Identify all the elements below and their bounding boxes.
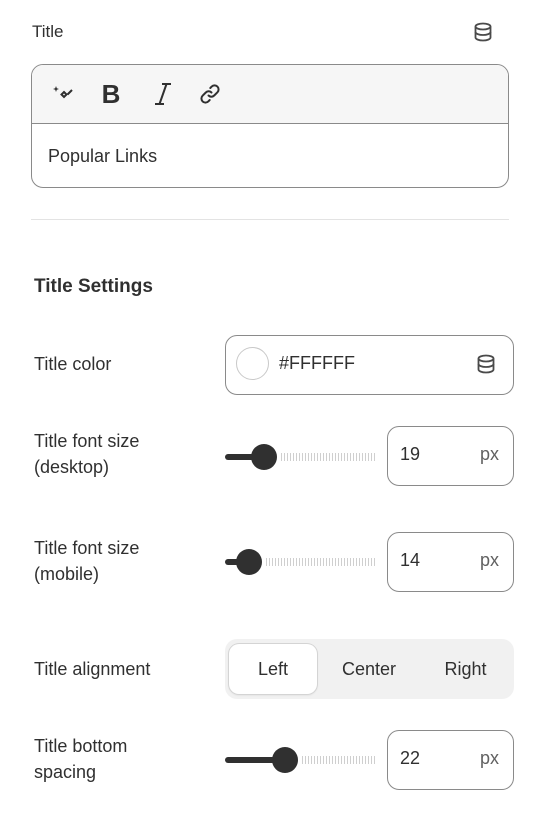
slider-track-rest — [281, 453, 375, 461]
sparkle-icon[interactable] — [48, 79, 78, 109]
font-size-mobile-slider[interactable] — [225, 549, 375, 575]
bottom-spacing-label-line1: Title bottom — [34, 736, 128, 756]
slider-track-rest — [302, 756, 375, 764]
title-rich-text-editor[interactable]: B Popular Links — [31, 64, 509, 188]
slider-thumb[interactable] — [251, 444, 277, 470]
bold-button[interactable]: B — [98, 79, 124, 109]
px-unit: px — [479, 444, 499, 464]
bottom-spacing-slider[interactable] — [225, 747, 375, 773]
title-alignment-segmented-control: Left Center Right — [225, 639, 514, 699]
bottom-spacing-value[interactable]: 22 — [400, 748, 420, 769]
title-color-label: Title color — [34, 354, 112, 374]
slider-thumb[interactable] — [272, 747, 298, 773]
px-unit: px — [479, 550, 499, 570]
align-left-button[interactable]: Left — [229, 644, 317, 694]
bottom-spacing-input[interactable]: 22 px — [387, 730, 514, 790]
font-size-desktop-label-line2: (desktop) — [34, 457, 110, 478]
title-color-value[interactable]: #FFFFFF — [279, 353, 355, 374]
database-icon[interactable] — [472, 21, 494, 43]
font-size-desktop-value[interactable]: 19 — [400, 444, 420, 465]
bottom-spacing-label-line2: spacing — [34, 762, 97, 783]
font-size-mobile-input[interactable]: 14 px — [387, 532, 514, 592]
slider-thumb[interactable] — [236, 549, 262, 575]
bottom-spacing-label: Title bottom spacing — [34, 733, 127, 785]
database-icon[interactable] — [475, 353, 497, 375]
title-text-value[interactable]: Popular Links — [32, 124, 508, 187]
font-size-desktop-slider[interactable] — [225, 444, 375, 470]
section-title: Title Settings — [34, 276, 153, 297]
title-color-field[interactable]: #FFFFFF — [225, 335, 514, 395]
slider-track-rest — [266, 558, 375, 566]
font-size-mobile-label: Title font size (mobile) — [34, 535, 139, 587]
link-icon[interactable] — [195, 79, 225, 109]
divider — [31, 219, 509, 220]
font-size-mobile-value[interactable]: 14 — [400, 550, 420, 571]
font-size-desktop-label-line1: Title font size — [34, 431, 140, 451]
align-center-button[interactable]: Center — [321, 644, 417, 694]
editor-toolbar: B — [32, 65, 508, 124]
px-unit: px — [479, 748, 499, 768]
font-size-desktop-input[interactable]: 19 px — [387, 426, 514, 486]
align-right-button[interactable]: Right — [421, 644, 510, 694]
font-size-mobile-label-line1: Title font size — [34, 538, 140, 558]
font-size-mobile-label-line2: (mobile) — [34, 564, 100, 585]
font-size-desktop-label: Title font size (desktop) — [34, 428, 139, 480]
italic-icon[interactable] — [150, 79, 176, 109]
title-alignment-label: Title alignment — [34, 659, 151, 679]
title-field-label: Title — [32, 22, 64, 41]
color-swatch[interactable] — [236, 347, 269, 380]
